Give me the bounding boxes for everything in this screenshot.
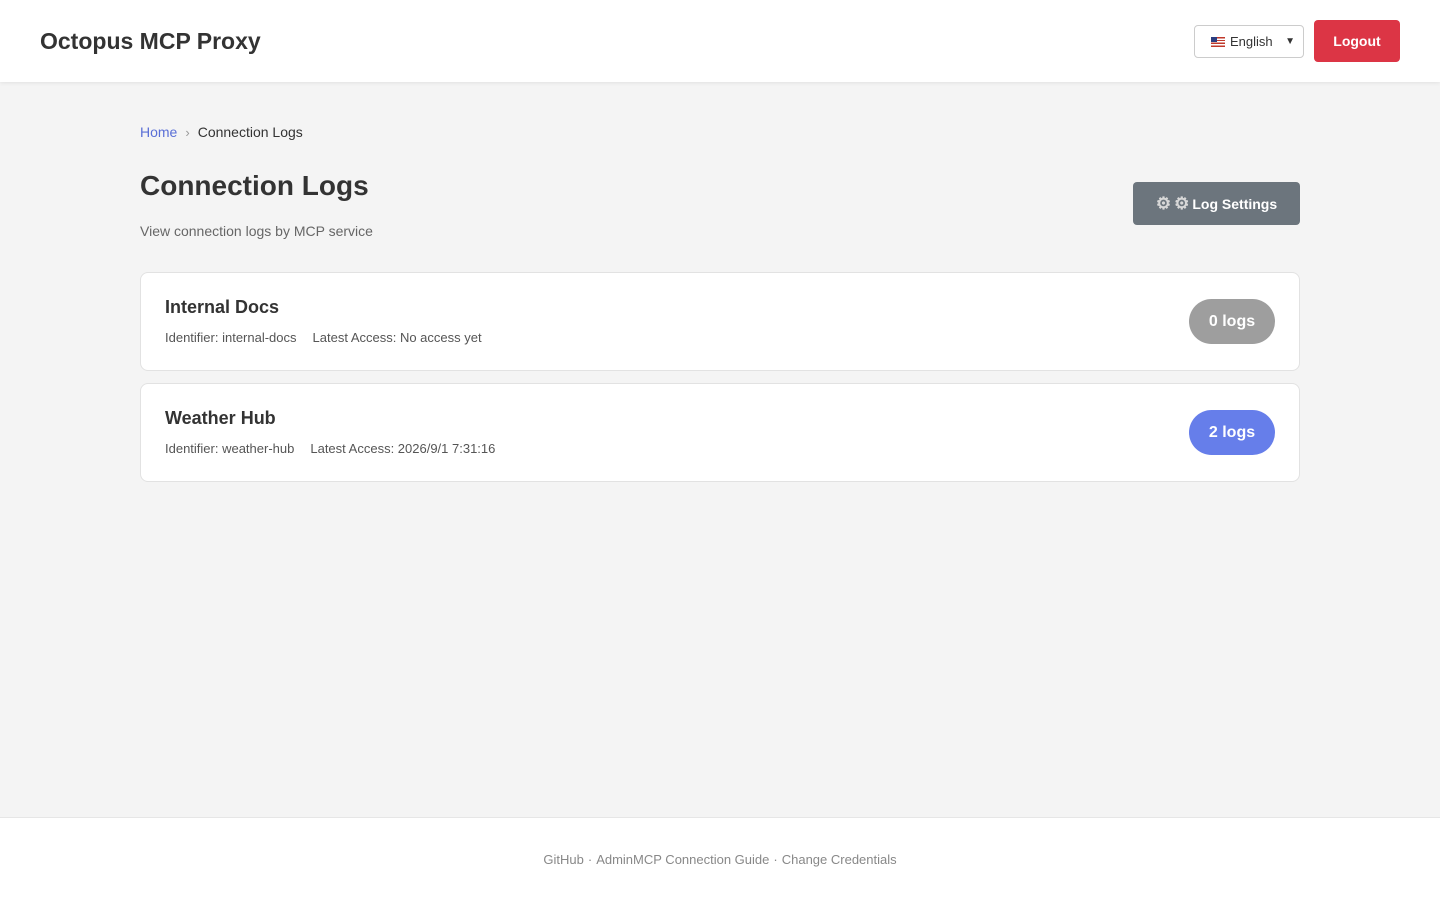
footer-admin-guide-link[interactable]: AdminMCP Connection Guide	[596, 852, 769, 867]
language-label: English	[1230, 33, 1273, 49]
service-latest-access: Latest Access: 2026/9/1 7:31:16	[310, 441, 496, 456]
log-count-badge[interactable]: 2 logs	[1189, 410, 1275, 455]
page-title: Connection Logs	[140, 170, 369, 201]
log-settings-button[interactable]: ⚙ ⚙ Log Settings	[1133, 182, 1300, 225]
service-card-weather-hub[interactable]: Weather Hub Identifier: weather-hub Late…	[140, 383, 1300, 482]
breadcrumb-current: Connection Logs	[197, 124, 303, 140]
service-identifier: Identifier: internal-docs	[165, 330, 297, 345]
chevron-down-icon: ▼	[1285, 35, 1295, 47]
footer: GitHub · AdminMCP Connection Guide · Cha…	[0, 817, 1440, 900]
gear-icon: ⚙	[1155, 194, 1172, 213]
service-latest-access: Latest Access: No access yet	[312, 330, 482, 345]
service-meta: Identifier: internal-docs Latest Access:…	[165, 330, 482, 345]
language-value: English	[1211, 34, 1273, 49]
service-name: Internal Docs	[165, 297, 280, 317]
header-actions: English ▼ Logout	[1194, 20, 1400, 62]
language-select[interactable]: English ▼	[1194, 24, 1304, 58]
gear-icon: ⚙	[1174, 194, 1190, 213]
service-meta: Identifier: weather-hub Latest Access: 2…	[165, 441, 495, 456]
log-settings-label: Log Settings	[1192, 195, 1278, 212]
service-name: Weather Hub	[165, 408, 276, 428]
service-card-internal-docs[interactable]: Internal Docs Identifier: internal-docs …	[140, 272, 1300, 371]
page-subtitle: View connection logs by MCP service	[140, 223, 373, 239]
service-identifier: Identifier: weather-hub	[165, 441, 295, 456]
footer-separator: ·	[773, 851, 778, 867]
footer-separator: ·	[587, 851, 593, 867]
us-flag-icon	[1211, 36, 1225, 47]
logout-button[interactable]: Logout	[1314, 20, 1400, 62]
breadcrumb: Home › Connection Logs	[140, 124, 303, 140]
breadcrumb-separator: ›	[185, 124, 190, 140]
footer-change-credentials-link[interactable]: Change Credentials	[782, 852, 897, 867]
log-count-badge[interactable]: 0 logs	[1189, 299, 1275, 344]
top-header: Octopus MCP Proxy English ▼ Logout	[0, 0, 1440, 82]
breadcrumb-home-link[interactable]: Home	[140, 124, 177, 140]
app-title: Octopus MCP Proxy	[40, 27, 261, 54]
footer-github-link[interactable]: GitHub	[543, 852, 583, 867]
